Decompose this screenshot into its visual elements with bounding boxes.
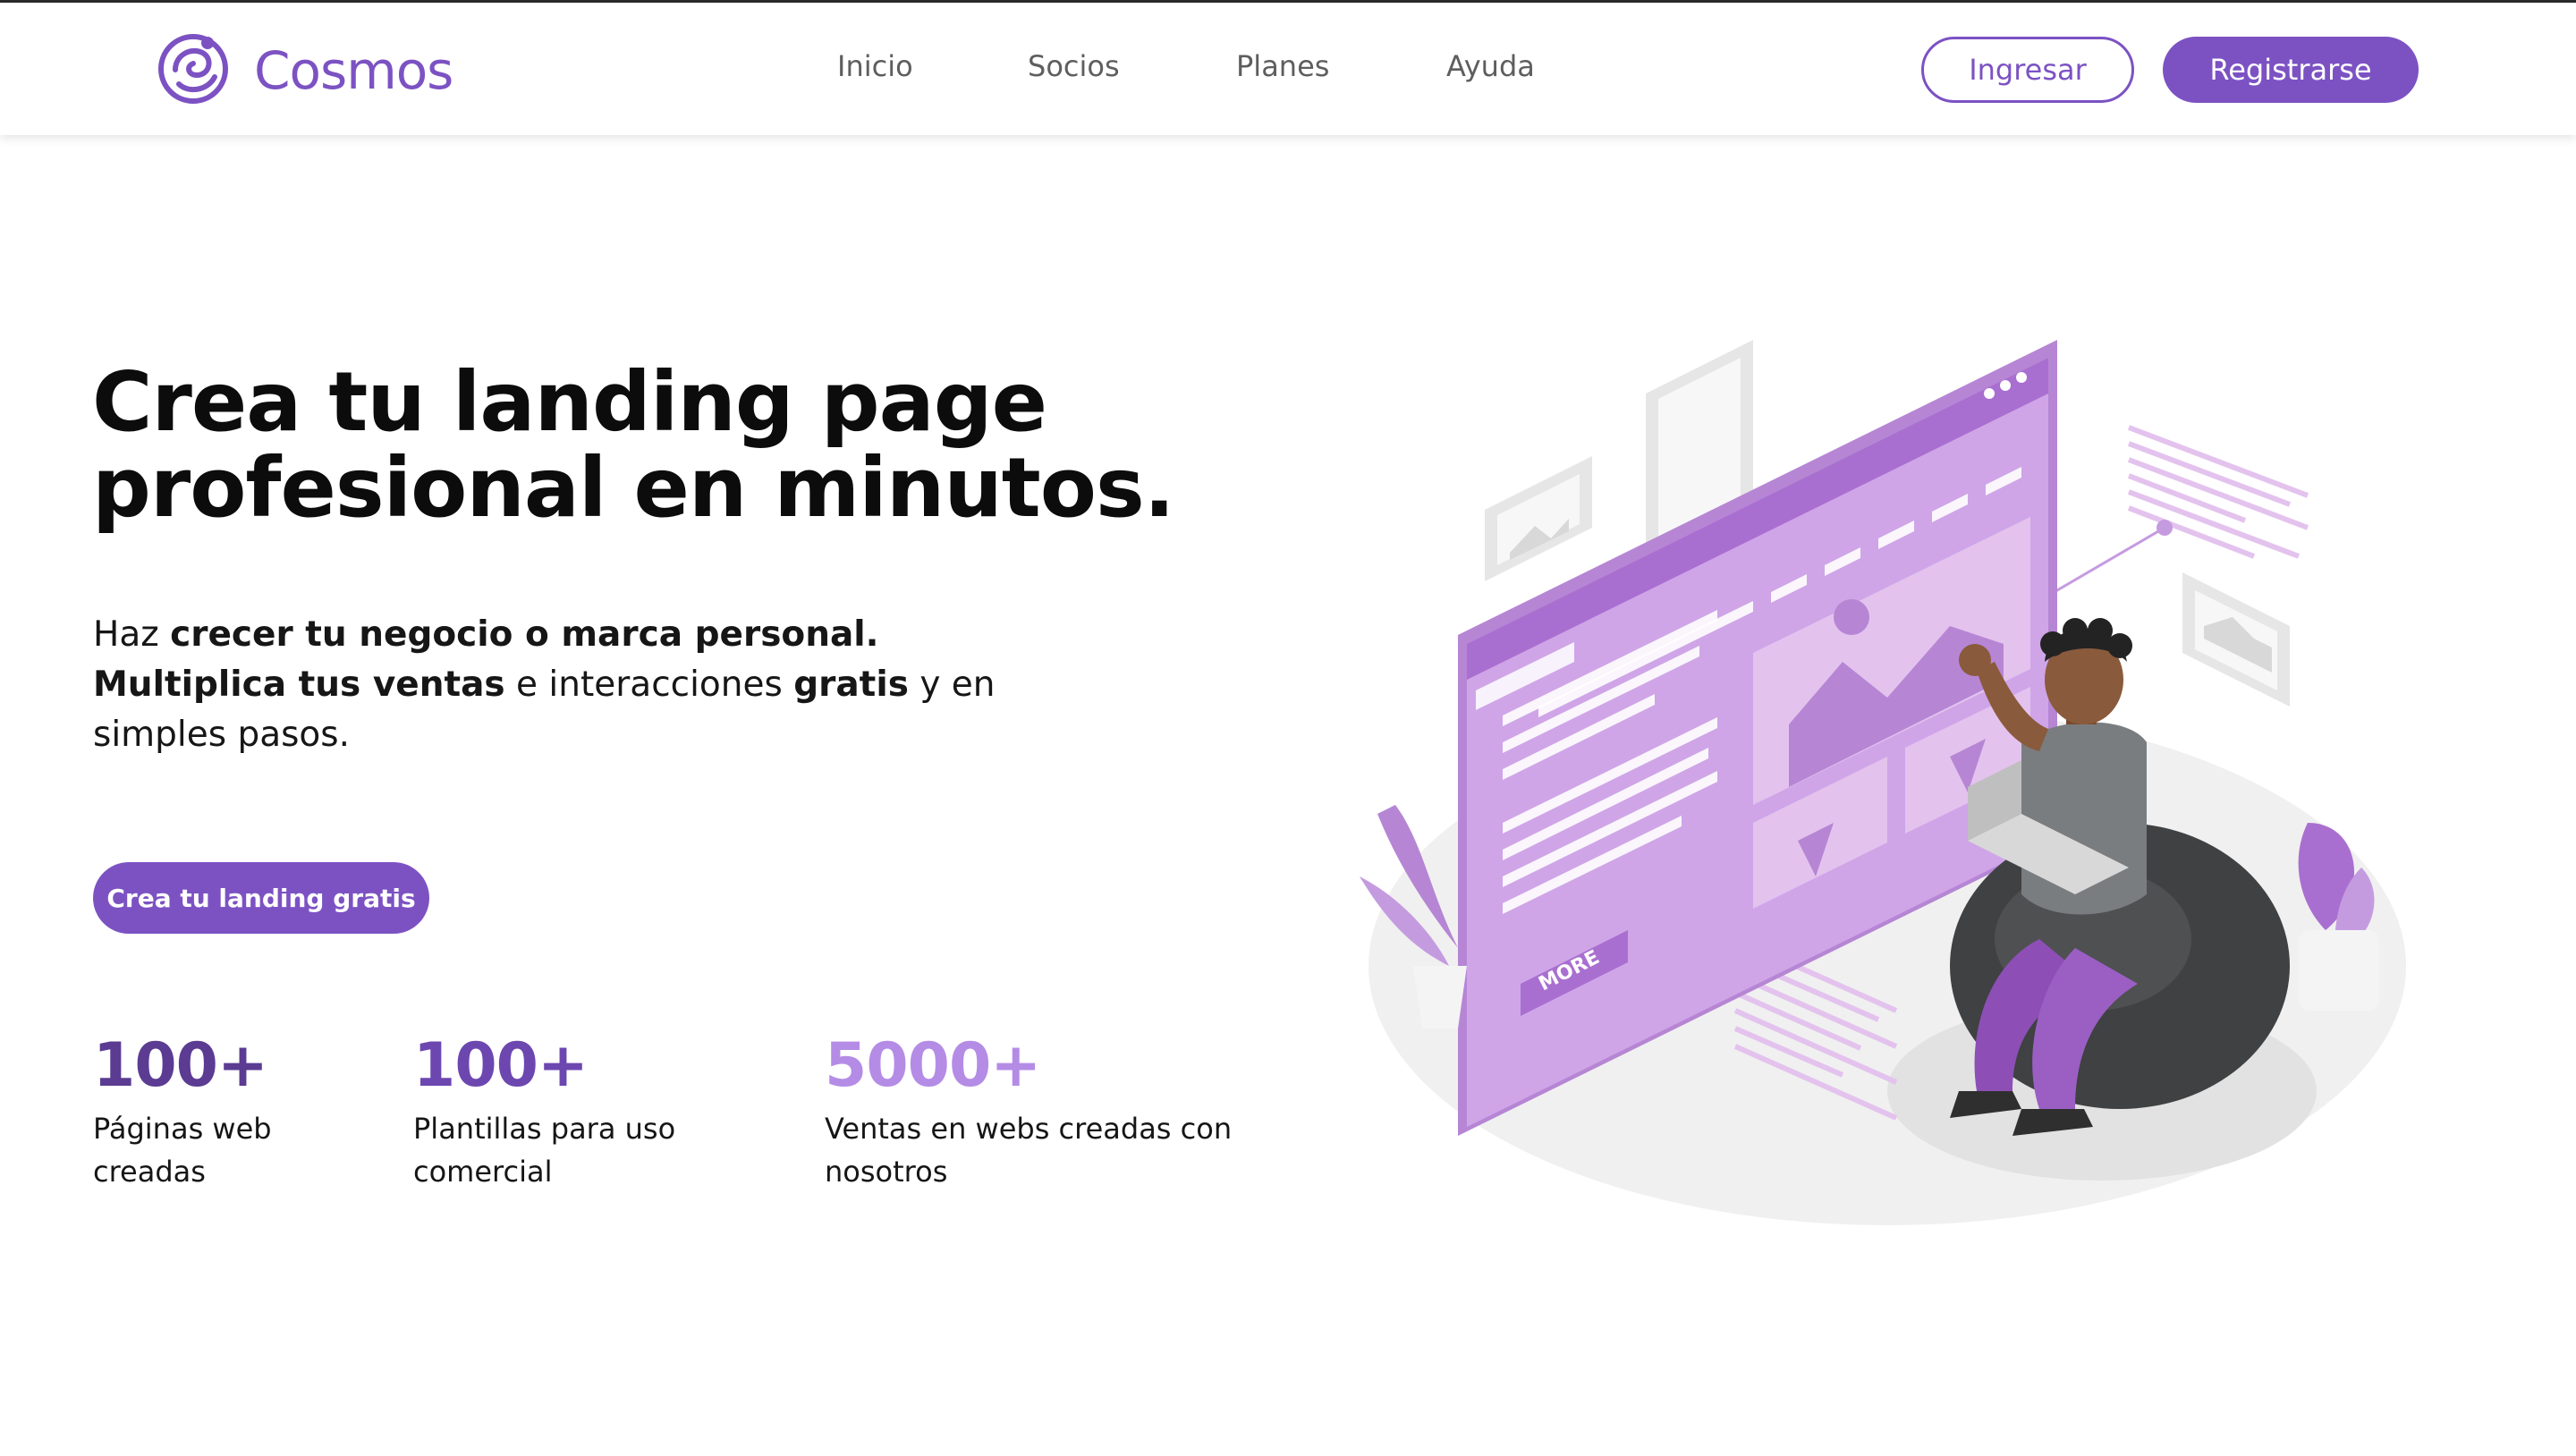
stat-label: Plantillas para uso comercial	[413, 1107, 675, 1193]
stat-value: 100+	[93, 1030, 268, 1101]
register-button[interactable]: Registrarse	[2163, 37, 2419, 103]
hero-subtitle-part: e interacciones	[504, 665, 794, 705]
hero-illustration: MORE	[1360, 322, 2415, 1234]
hero-title: Crea tu landing page profesional en minu…	[92, 360, 1273, 531]
hero-title-line-1: Crea tu landing page	[92, 354, 1047, 450]
nav-item-inicio[interactable]: Inicio	[837, 49, 913, 83]
stat-label-line: Ventas en webs creadas con	[825, 1112, 1233, 1146]
hero-subtitle: Haz crecer tu negocio o marca personal. …	[93, 610, 1059, 760]
hero-subtitle-part: Haz	[93, 614, 171, 655]
picture-frame-left	[1485, 456, 1592, 581]
stat-label: Páginas web creadas	[93, 1107, 272, 1193]
stat-sales: 5000+ Ventas en webs creadas con nosotro…	[825, 1029, 1232, 1193]
stat-label-line: nosotros	[825, 1155, 948, 1189]
stat-label-line: Plantillas para uso	[413, 1112, 676, 1146]
nav-item-planes[interactable]: Planes	[1236, 49, 1329, 83]
login-button[interactable]: Ingresar	[1921, 37, 2134, 103]
stat-label-line: Páginas web	[93, 1112, 272, 1146]
nav-item-ayuda[interactable]: Ayuda	[1446, 49, 1535, 83]
text-lines-top-right	[2127, 425, 2309, 559]
site-header: Cosmos Inicio Socios Planes Ayuda Ingres…	[0, 3, 2576, 135]
nav-item-socios[interactable]: Socios	[1028, 49, 1120, 83]
stat-label-line: creadas	[93, 1155, 206, 1189]
stat-value: 5000+	[825, 1030, 1041, 1101]
stat-pages-created: 100+ Páginas web creadas	[93, 1029, 272, 1193]
stat-templates: 100+ Plantillas para uso comercial	[413, 1029, 675, 1193]
create-landing-cta-button[interactable]: Crea tu landing gratis	[93, 862, 429, 934]
connector-dot	[2157, 520, 2173, 536]
stat-label: Ventas en webs creadas con nosotros	[825, 1107, 1232, 1193]
hero-subtitle-bold-part: gratis	[793, 665, 909, 705]
stat-value: 100+	[413, 1030, 589, 1101]
hero-title-line-2: profesional en minutos.	[92, 440, 1175, 536]
picture-frame-right	[2182, 572, 2290, 707]
stat-label-line: comercial	[413, 1155, 553, 1189]
